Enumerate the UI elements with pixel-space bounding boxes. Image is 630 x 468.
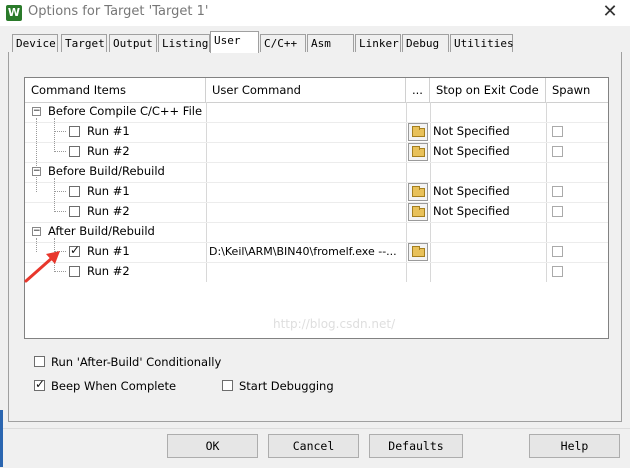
- tab-listing[interactable]: Listing: [158, 34, 210, 52]
- user-commands-table: Command Items User Command ... Stop on E…: [24, 77, 609, 339]
- stop-on-exit-cell[interactable]: Not Specified: [433, 122, 510, 140]
- user-command-cell[interactable]: [209, 183, 403, 201]
- user-command-cell[interactable]: D:\Keil\ARM\BIN40\fromelf.exe --...: [209, 243, 403, 261]
- tab-linker[interactable]: Linker: [355, 34, 401, 52]
- tree-connector: [54, 191, 66, 192]
- folder-icon: [412, 206, 425, 217]
- browse-folder-button[interactable]: [408, 183, 428, 201]
- run-checkbox-after-build-1[interactable]: [69, 243, 80, 257]
- grid-line: [430, 102, 431, 282]
- collapse-group-after-build[interactable]: −: [32, 227, 41, 236]
- window-edge-accent: [0, 410, 3, 467]
- header-browse: ...: [406, 78, 430, 102]
- tab-target[interactable]: Target: [61, 34, 107, 52]
- run-label: Run #1: [87, 184, 130, 198]
- tab-user[interactable]: User: [210, 31, 259, 53]
- tree-connector: [54, 178, 55, 212]
- tree-connector: [54, 131, 66, 132]
- run-label: Run #2: [87, 144, 130, 158]
- tree-connector: [54, 118, 55, 152]
- tab-debug[interactable]: Debug: [402, 34, 449, 52]
- spawn-checkbox[interactable]: [552, 186, 563, 197]
- run-checkbox-before-compile-2[interactable]: [69, 146, 80, 157]
- close-icon[interactable]: ✕: [597, 1, 623, 23]
- spawn-checkbox[interactable]: [552, 146, 563, 157]
- tab-device[interactable]: Device: [12, 34, 58, 52]
- run-label: Run #1: [87, 124, 130, 138]
- collapse-group-before-compile[interactable]: −: [32, 107, 41, 116]
- tree-connector: [54, 211, 66, 212]
- red-arrow-icon: [24, 251, 60, 283]
- header-user-command: User Command: [206, 78, 406, 102]
- beep-when-complete-checkbox[interactable]: [34, 377, 45, 391]
- header-stop-on-exit: Stop on Exit Code: [430, 78, 546, 102]
- spawn-checkbox[interactable]: [552, 206, 563, 217]
- spawn-checkbox[interactable]: [552, 266, 563, 277]
- tree-connector: [54, 151, 66, 152]
- folder-icon: [412, 186, 425, 197]
- browse-folder-button[interactable]: [408, 123, 428, 141]
- tree-connector: [36, 118, 37, 192]
- group-label-after-build: After Build/Rebuild: [48, 224, 155, 238]
- browse-folder-button[interactable]: [408, 203, 428, 221]
- user-command-cell[interactable]: [209, 263, 403, 281]
- grid-line: [206, 102, 207, 282]
- browse-folder-button[interactable]: [408, 243, 428, 261]
- beep-when-complete-label: Beep When Complete: [51, 379, 177, 393]
- stop-on-exit-cell[interactable]: Not Specified: [433, 182, 510, 200]
- title-bar: W Options for Target 'Target 1' ✕: [0, 0, 630, 26]
- tab-asm[interactable]: Asm: [307, 34, 354, 52]
- watermark: http://blog.csdn.net/: [273, 317, 396, 331]
- defaults-button[interactable]: Defaults: [369, 434, 463, 458]
- app-icon: W: [6, 5, 22, 21]
- run-checkbox-before-compile-1[interactable]: [69, 126, 80, 137]
- ok-button[interactable]: OK: [167, 434, 258, 458]
- tab-output[interactable]: Output: [109, 34, 157, 52]
- user-command-cell[interactable]: [209, 203, 403, 221]
- window-title: Options for Target 'Target 1': [28, 4, 209, 19]
- spawn-checkbox[interactable]: [552, 246, 563, 257]
- user-command-cell[interactable]: [209, 143, 403, 161]
- header-spawn: Spawn: [552, 83, 591, 97]
- folder-icon: [412, 246, 425, 257]
- run-after-build-conditionally-label: Run 'After-Build' Conditionally: [51, 355, 222, 369]
- browse-folder-button[interactable]: [408, 143, 428, 161]
- folder-icon: [412, 146, 425, 157]
- header-command-items: Command Items: [25, 78, 206, 102]
- grid-line: [546, 102, 547, 282]
- run-label: Run #2: [87, 204, 130, 218]
- stop-on-exit-cell[interactable]: Not Specified: [433, 142, 510, 160]
- cancel-button[interactable]: Cancel: [268, 434, 359, 458]
- collapse-group-before-build[interactable]: −: [32, 167, 41, 176]
- group-label-before-compile: Before Compile C/C++ File: [48, 104, 203, 118]
- group-label-before-build: Before Build/Rebuild: [48, 164, 165, 178]
- start-debugging-checkbox[interactable]: [222, 380, 233, 391]
- run-checkbox-before-build-2[interactable]: [69, 206, 80, 217]
- folder-icon: [412, 126, 425, 137]
- tab-utilities[interactable]: Utilities: [450, 34, 514, 52]
- user-command-cell[interactable]: [209, 123, 403, 141]
- tab-c-cpp[interactable]: C/C++: [260, 34, 306, 52]
- run-label: Run #1: [87, 244, 130, 258]
- spawn-checkbox[interactable]: [552, 126, 563, 137]
- grid-line: [406, 102, 407, 282]
- start-debugging-label: Start Debugging: [239, 379, 334, 393]
- run-checkbox-after-build-2[interactable]: [69, 266, 80, 277]
- stop-on-exit-cell[interactable]: Not Specified: [433, 202, 510, 220]
- run-after-build-conditionally-checkbox[interactable]: [34, 356, 45, 367]
- help-button[interactable]: Help: [529, 434, 620, 458]
- run-label: Run #2: [87, 264, 130, 278]
- run-checkbox-before-build-1[interactable]: [69, 186, 80, 197]
